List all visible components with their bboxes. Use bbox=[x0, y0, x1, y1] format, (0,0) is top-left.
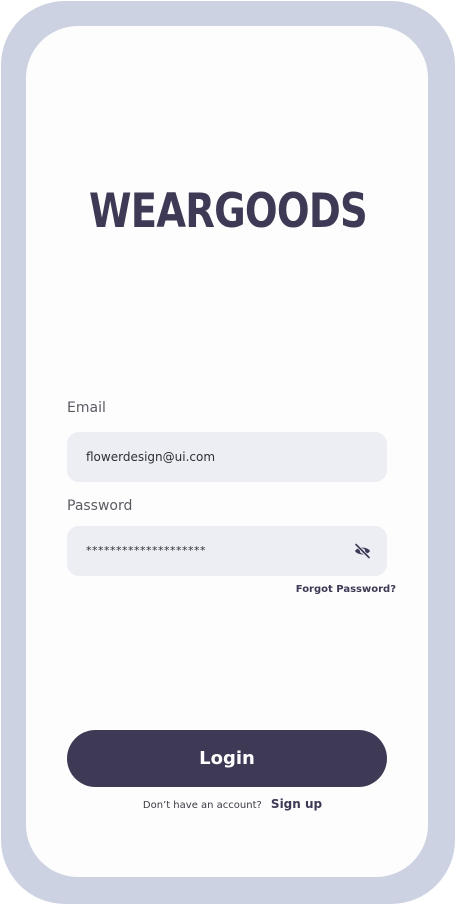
forgot-password-link[interactable]: Forgot Password? bbox=[260, 582, 396, 598]
signup-row: Don’t have an account? Sign up bbox=[0, 794, 456, 815]
password-label: Password bbox=[67, 498, 133, 514]
signup-link[interactable]: Sign up bbox=[271, 797, 322, 811]
brand-logo: WEARGOODS bbox=[89, 184, 368, 239]
login-button[interactable]: Login bbox=[67, 730, 387, 787]
email-field[interactable]: flowerdesign@ui.com bbox=[67, 432, 387, 482]
email-value: flowerdesign@ui.com bbox=[86, 450, 216, 464]
eye-slash-icon[interactable] bbox=[354, 542, 371, 560]
signup-prompt: Don’t have an account? bbox=[142, 800, 262, 811]
password-field[interactable]: ******************** bbox=[67, 526, 387, 576]
email-label: Email bbox=[67, 400, 106, 416]
password-value: ******************** bbox=[86, 544, 206, 557]
